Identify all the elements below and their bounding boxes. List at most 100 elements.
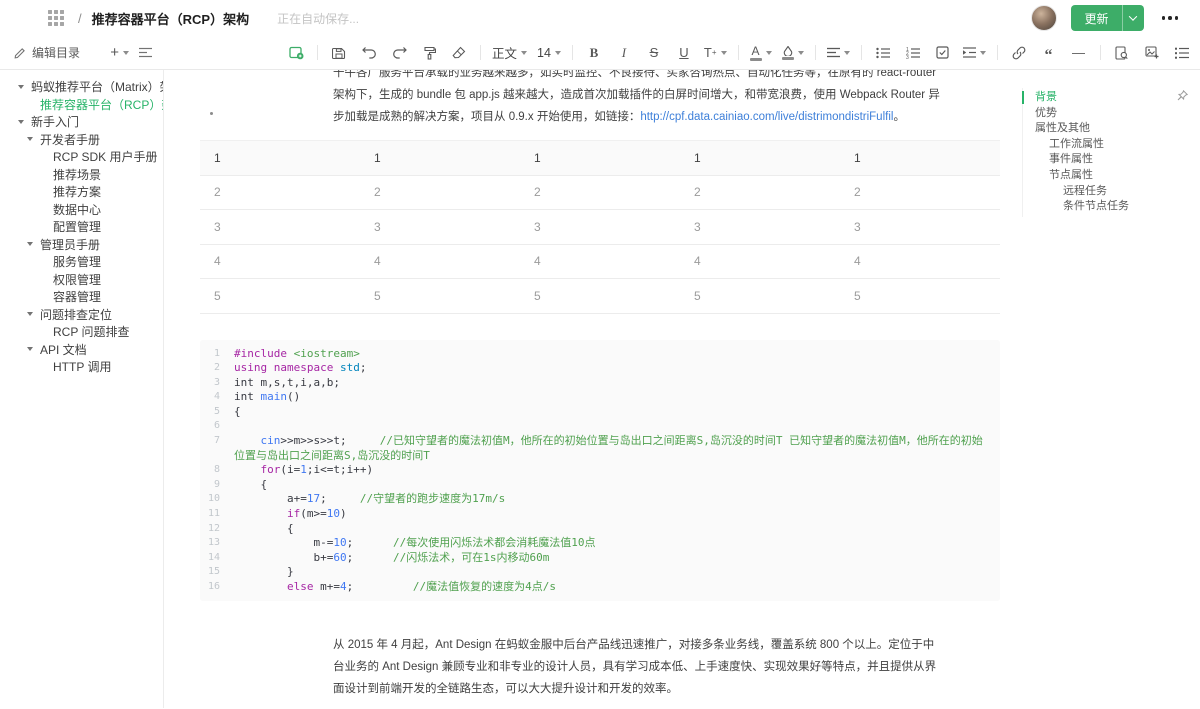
blockquote-button[interactable]: “ bbox=[1037, 41, 1061, 65]
table-cell[interactable]: 2 bbox=[680, 175, 840, 210]
table-cell[interactable]: 2 bbox=[840, 175, 1000, 210]
code-text[interactable]: else m+=4; //魔法值恢复的速度为4点/s bbox=[234, 580, 986, 595]
font-size-select[interactable]: 14 bbox=[535, 41, 563, 65]
table-cell[interactable]: 4 bbox=[840, 244, 1000, 279]
update-dropdown-button[interactable] bbox=[1122, 5, 1144, 31]
sidebar-item[interactable]: RCP 问题排查 bbox=[0, 323, 163, 341]
table-cell[interactable]: 5 bbox=[840, 279, 1000, 314]
app-grid-icon[interactable] bbox=[48, 10, 64, 26]
bold-button[interactable]: B bbox=[582, 41, 606, 65]
outline-item[interactable]: 事件属性 bbox=[1023, 152, 1194, 168]
code-text[interactable]: a+=17; //守望者的跑步速度为17m/s bbox=[234, 492, 986, 507]
table-cell[interactable]: 3 bbox=[360, 210, 520, 245]
paragraph-bottom[interactable]: 从 2015 年 4 月起，Ant Design 在蚂蚁金服中后台产品线迅速推广… bbox=[333, 634, 1000, 700]
table-cell[interactable]: 5 bbox=[200, 279, 360, 314]
table-cell[interactable]: 3 bbox=[520, 210, 680, 245]
ordered-list-icon[interactable]: 123 bbox=[901, 41, 925, 65]
sidebar-item[interactable]: 容器管理 bbox=[0, 288, 163, 306]
tree-caret-icon[interactable] bbox=[27, 137, 33, 141]
sidebar-item[interactable]: 新手入门 bbox=[0, 113, 163, 131]
redo-icon[interactable] bbox=[387, 41, 411, 65]
update-split-button[interactable]: 更新 bbox=[1071, 5, 1143, 31]
code-text[interactable]: cin>>m>>s>>t; //已知守望者的魔法初值M，他所在的初始位置与岛出口… bbox=[234, 434, 986, 463]
sidebar-item[interactable]: 推荐容器平台（RCP）架构 bbox=[0, 96, 163, 114]
table-cell[interactable]: 5 bbox=[680, 279, 840, 314]
outline-item[interactable]: 远程任务 bbox=[1023, 184, 1194, 200]
sidebar-item[interactable]: HTTP 调用 bbox=[0, 358, 163, 376]
sidebar-item[interactable]: 开发者手册 bbox=[0, 131, 163, 149]
paragraph-drag-handle[interactable] bbox=[210, 112, 213, 115]
sidebar-item[interactable]: 权限管理 bbox=[0, 271, 163, 289]
horizontal-rule-button[interactable]: — bbox=[1067, 41, 1091, 65]
more-menu-button[interactable] bbox=[1158, 12, 1183, 24]
table-cell[interactable]: 4 bbox=[200, 244, 360, 279]
code-text[interactable]: } bbox=[234, 565, 986, 580]
code-block[interactable]: 1#include <iostream>2using namespace std… bbox=[200, 340, 1000, 601]
tree-caret-icon[interactable] bbox=[18, 85, 24, 89]
table-cell[interactable]: 2 bbox=[200, 175, 360, 210]
sidebar-item[interactable]: 问题排查定位 bbox=[0, 306, 163, 324]
tree-caret-icon[interactable] bbox=[27, 242, 33, 246]
insert-card-button[interactable] bbox=[284, 41, 308, 65]
outline-item[interactable]: 工作流属性 bbox=[1023, 137, 1194, 153]
code-text[interactable]: m-=10; //每次使用闪烁法术都会消耗魔法值10点 bbox=[234, 536, 986, 551]
table-cell[interactable]: 1 bbox=[520, 141, 680, 176]
bullet-list-icon[interactable] bbox=[871, 41, 895, 65]
save-icon[interactable] bbox=[327, 41, 351, 65]
outline-toggle-icon[interactable] bbox=[1170, 41, 1194, 65]
undo-icon[interactable] bbox=[357, 41, 381, 65]
code-text[interactable]: for(i=1;i<=t;i++) bbox=[234, 463, 986, 478]
sidebar-item[interactable]: 推荐方案 bbox=[0, 183, 163, 201]
sidebar-item[interactable]: API 文档 bbox=[0, 341, 163, 359]
strikethrough-button[interactable]: S bbox=[642, 41, 666, 65]
link-icon[interactable] bbox=[1007, 41, 1031, 65]
sidebar-item[interactable]: 配置管理 bbox=[0, 218, 163, 236]
table-cell[interactable]: 3 bbox=[200, 210, 360, 245]
code-text[interactable]: using namespace std; bbox=[234, 361, 986, 376]
document-title[interactable]: 推荐容器平台（RCP）架构 bbox=[92, 9, 249, 28]
collapse-catalog-icon[interactable] bbox=[139, 47, 152, 58]
sidebar-item[interactable]: 数据中心 bbox=[0, 201, 163, 219]
superscript-button[interactable]: T+ bbox=[702, 41, 729, 65]
font-color-button[interactable]: A bbox=[748, 41, 774, 65]
indent-button[interactable] bbox=[961, 41, 988, 65]
paragraph-style-select[interactable]: 正文 bbox=[490, 41, 529, 65]
table-cell[interactable]: 4 bbox=[680, 244, 840, 279]
code-text[interactable]: { bbox=[234, 478, 986, 493]
outline-item[interactable]: 节点属性 bbox=[1023, 168, 1194, 184]
align-button[interactable] bbox=[825, 41, 852, 65]
tree-caret-icon[interactable] bbox=[18, 120, 24, 124]
underline-button[interactable]: U bbox=[672, 41, 696, 65]
sidebar-item[interactable]: 推荐场景 bbox=[0, 166, 163, 184]
code-text[interactable]: #include <iostream> bbox=[234, 347, 986, 362]
code-text[interactable]: int main() bbox=[234, 390, 986, 405]
table-cell[interactable]: 3 bbox=[840, 210, 1000, 245]
sidebar-item[interactable]: 管理员手册 bbox=[0, 236, 163, 254]
number-table[interactable]: 1111122222333334444455555 bbox=[200, 140, 1000, 314]
outline-item[interactable]: 背景 bbox=[1023, 90, 1194, 106]
code-text[interactable] bbox=[234, 419, 986, 434]
code-text[interactable]: { bbox=[234, 405, 986, 420]
table-cell[interactable]: 3 bbox=[680, 210, 840, 245]
find-replace-icon[interactable] bbox=[1110, 41, 1134, 65]
code-text[interactable]: if(m>=10) bbox=[234, 507, 986, 522]
table-cell[interactable]: 5 bbox=[360, 279, 520, 314]
sidebar-item[interactable]: RCP SDK 用户手册 bbox=[0, 148, 163, 166]
table-cell[interactable]: 1 bbox=[680, 141, 840, 176]
inline-link[interactable]: http://cpf.data.cainiao.com/live/distrim… bbox=[640, 111, 893, 123]
table-cell[interactable]: 1 bbox=[840, 141, 1000, 176]
table-cell[interactable]: 5 bbox=[520, 279, 680, 314]
clear-format-icon[interactable] bbox=[447, 41, 471, 65]
add-doc-button[interactable]: + bbox=[110, 44, 129, 61]
highlight-color-button[interactable] bbox=[780, 41, 806, 65]
table-cell[interactable]: 1 bbox=[200, 141, 360, 176]
table-cell[interactable]: 1 bbox=[360, 141, 520, 176]
table-cell[interactable]: 4 bbox=[520, 244, 680, 279]
table-cell[interactable]: 2 bbox=[360, 175, 520, 210]
code-text[interactable]: b+=60; //闪烁法术，可在1s内移动60m bbox=[234, 551, 986, 566]
tree-caret-icon[interactable] bbox=[27, 312, 33, 316]
sidebar-item[interactable]: 蚂蚁推荐平台（Matrix）架构 bbox=[0, 78, 163, 96]
task-list-icon[interactable] bbox=[931, 41, 955, 65]
update-button[interactable]: 更新 bbox=[1071, 5, 1121, 31]
sidebar-item[interactable]: 服务管理 bbox=[0, 253, 163, 271]
